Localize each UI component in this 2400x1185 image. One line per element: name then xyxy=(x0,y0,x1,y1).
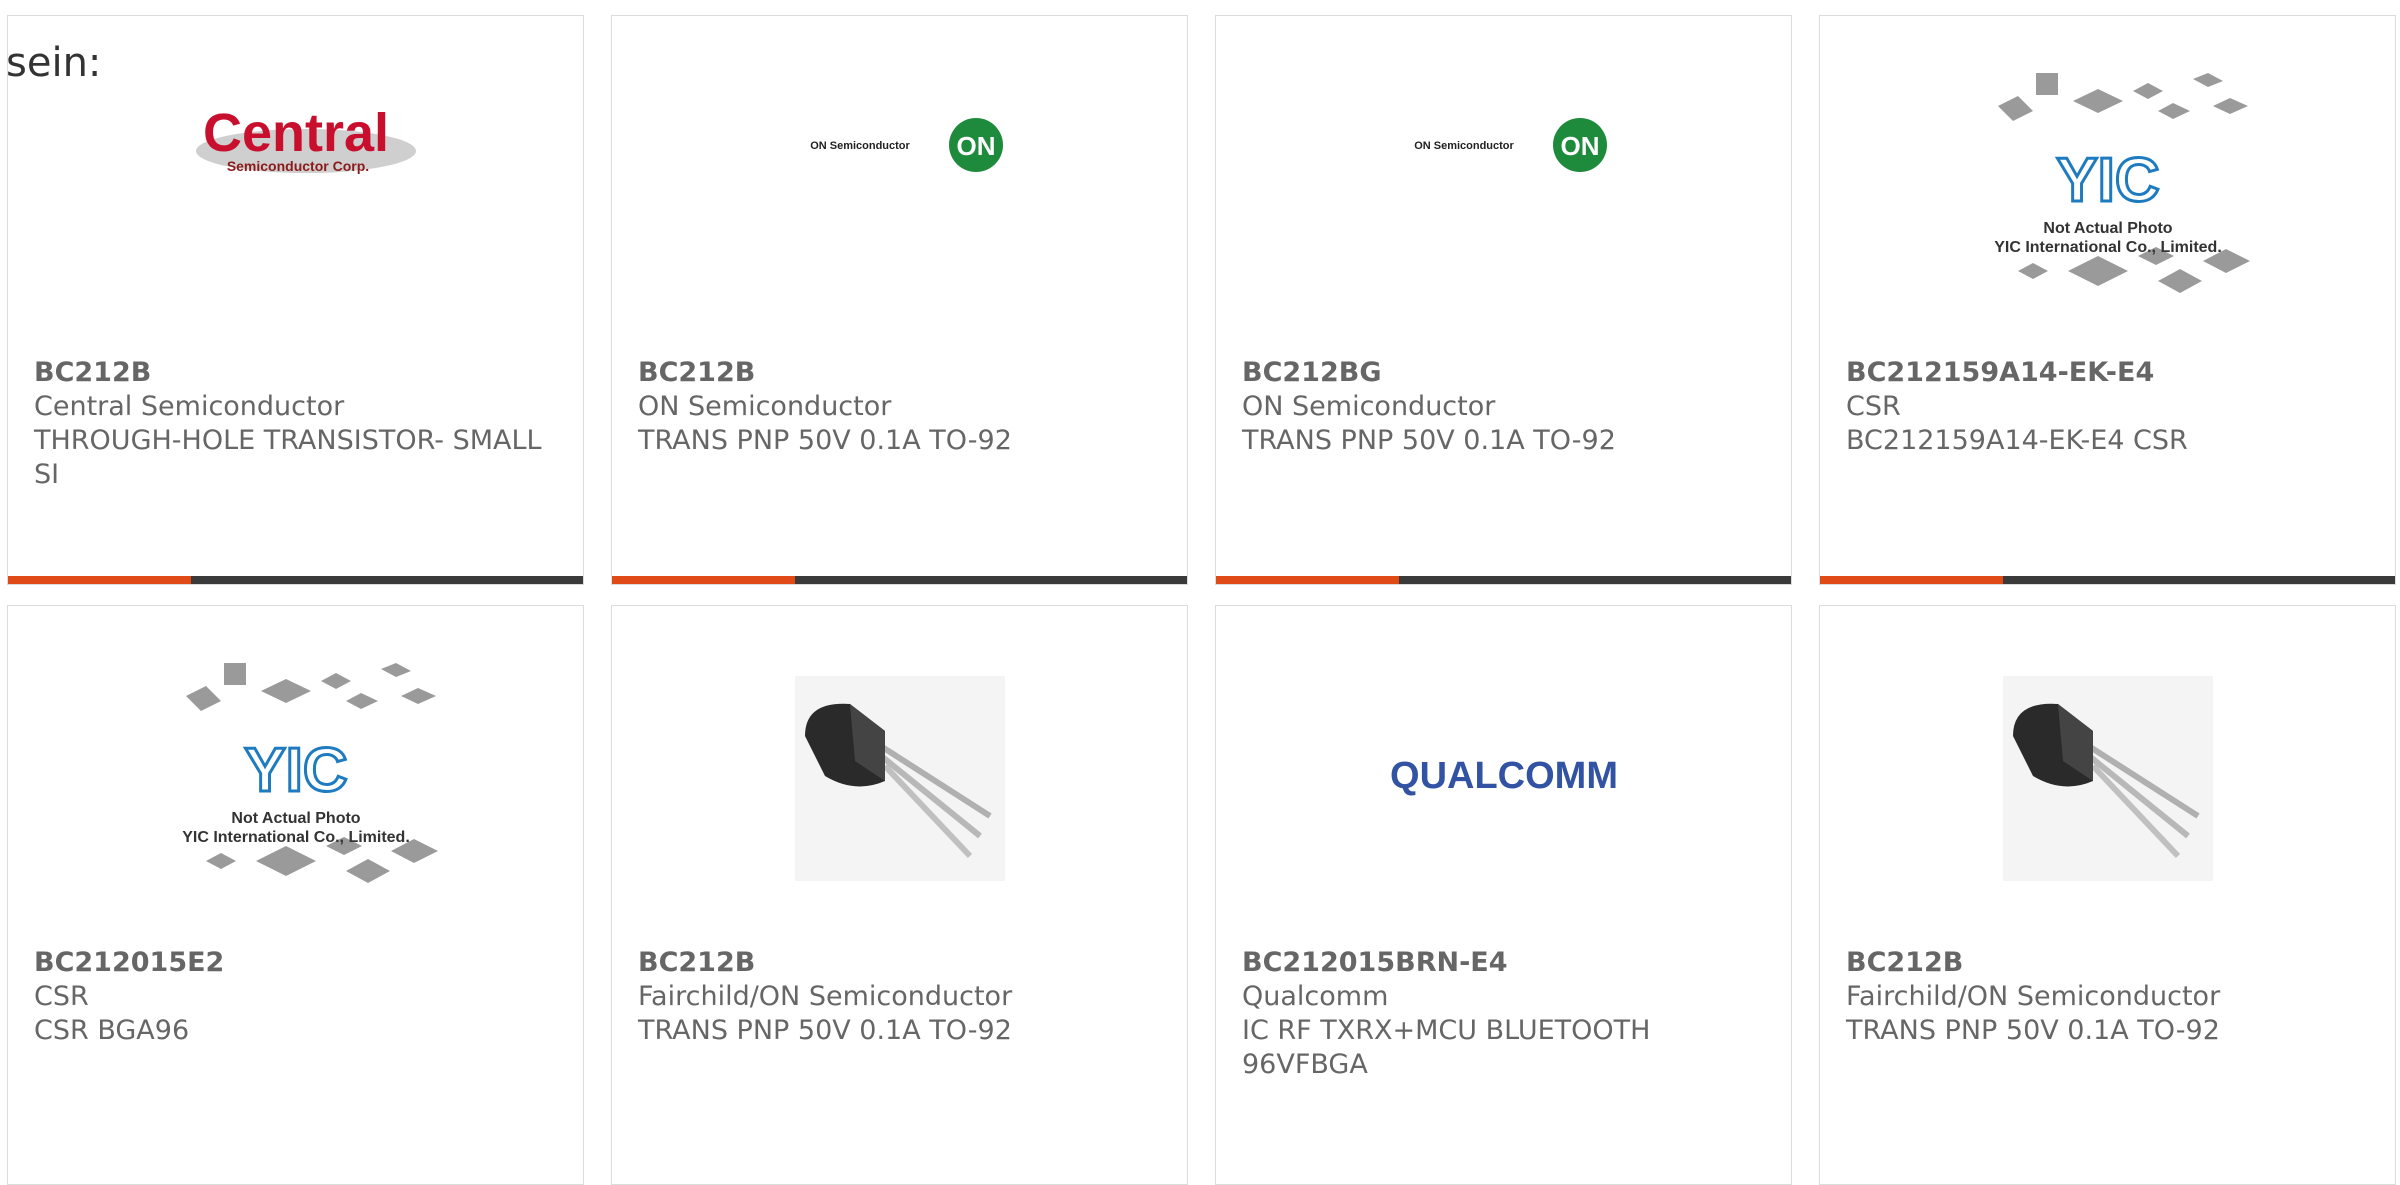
part-number[interactable]: BC212BG xyxy=(1242,356,1771,390)
product-card[interactable]: BC212B Fairchild/ON Semiconductor TRANS … xyxy=(611,605,1188,1185)
product-card[interactable]: BC212B Fairchild/ON Semiconductor TRANS … xyxy=(1819,605,2396,1185)
description: BC212159A14-EK-E4 CSR xyxy=(1846,425,2188,456)
description: CSR BGA96 xyxy=(34,1015,190,1046)
part-number[interactable]: BC212B xyxy=(34,356,563,390)
logo-text: ON Semiconductor xyxy=(810,140,910,152)
manufacturer: ON Semiconductor xyxy=(638,391,892,422)
part-number[interactable]: BC212B xyxy=(638,356,1167,390)
part-number[interactable]: BC212B xyxy=(638,946,1167,980)
logo-subtext: Semiconductor Corp. xyxy=(226,158,368,174)
description: IC RF TXRX+MCU BLUETOOTH 96VFBGA xyxy=(1242,1015,1651,1080)
card-bar-accent xyxy=(8,576,191,584)
on-semiconductor-logo: ON Semiconductor ON xyxy=(612,71,1187,311)
product-card[interactable]: YIC Not Actual Photo YIC International C… xyxy=(7,605,584,1185)
description: TRANS PNP 50V 0.1A TO-92 xyxy=(638,1015,1012,1046)
card-bar-accent xyxy=(612,576,795,584)
manufacturer: Fairchild/ON Semiconductor xyxy=(1846,981,2221,1012)
card-bar xyxy=(8,576,583,584)
part-number[interactable]: BC212015BRN-E4 xyxy=(1242,946,1771,980)
logo-text: Central xyxy=(202,103,388,163)
manufacturer: CSR xyxy=(34,981,89,1012)
manufacturer: Central Semiconductor xyxy=(34,391,345,422)
to92-transistor-photo xyxy=(612,676,1187,886)
part-number[interactable]: BC212015E2 xyxy=(34,946,563,980)
central-semiconductor-logo: Central Semiconductor Corp. xyxy=(8,71,583,311)
card-bar xyxy=(1216,576,1791,584)
intro-text: sein: xyxy=(6,40,102,86)
description: TRANS PNP 50V 0.1A TO-92 xyxy=(1242,425,1616,456)
manufacturer: Fairchild/ON Semiconductor xyxy=(638,981,1013,1012)
yic-placeholder-image: YIC Not Actual Photo YIC International C… xyxy=(8,641,583,911)
logo-mark: ON xyxy=(956,131,995,161)
product-grid: Central Semiconductor Corp. BC212B Centr… xyxy=(0,0,2400,1185)
yic-caption-1: Not Actual Photo xyxy=(231,810,360,827)
product-card[interactable]: ON Semiconductor ON BC212B ON Semiconduc… xyxy=(611,15,1188,585)
part-number[interactable]: BC212159A14-EK-E4 xyxy=(1846,356,2375,390)
yic-logo-mark: YIC xyxy=(2056,146,2159,215)
card-bar xyxy=(612,576,1187,584)
product-card[interactable]: Central Semiconductor Corp. BC212B Centr… xyxy=(7,15,584,585)
product-card[interactable]: YIC Not Actual Photo YIC International C… xyxy=(1819,15,2396,585)
yic-caption-2: YIC International Co., Limited. xyxy=(182,829,410,846)
logo-text: QUALCOMM xyxy=(1390,755,1618,797)
manufacturer: Qualcomm xyxy=(1242,981,1389,1012)
yic-logo-mark: YIC xyxy=(244,736,347,805)
on-semiconductor-logo: ON Semiconductor ON xyxy=(1216,71,1791,311)
product-card[interactable]: ON Semiconductor ON BC212BG ON Semicondu… xyxy=(1215,15,1792,585)
product-card[interactable]: QUALCOMM BC212015BRN-E4 Qualcomm IC RF T… xyxy=(1215,605,1792,1185)
part-number[interactable]: BC212B xyxy=(1846,946,2375,980)
card-bar xyxy=(1820,576,2395,584)
qualcomm-logo: QUALCOMM xyxy=(1216,676,1791,886)
card-bar-accent xyxy=(1820,576,2003,584)
description: THROUGH-HOLE TRANSISTOR- SMALL SI xyxy=(34,425,542,490)
manufacturer: CSR xyxy=(1846,391,1901,422)
manufacturer: ON Semiconductor xyxy=(1242,391,1496,422)
to92-transistor-photo xyxy=(1820,676,2395,886)
logo-text: ON Semiconductor xyxy=(1414,140,1514,152)
description: TRANS PNP 50V 0.1A TO-92 xyxy=(638,425,1012,456)
logo-mark: ON xyxy=(1560,131,1599,161)
yic-placeholder-image: YIC Not Actual Photo YIC International C… xyxy=(1820,51,2395,321)
yic-caption-1: Not Actual Photo xyxy=(2043,220,2172,237)
yic-caption-2: YIC International Co., Limited. xyxy=(1994,239,2222,256)
card-bar-accent xyxy=(1216,576,1399,584)
description: TRANS PNP 50V 0.1A TO-92 xyxy=(1846,1015,2220,1046)
